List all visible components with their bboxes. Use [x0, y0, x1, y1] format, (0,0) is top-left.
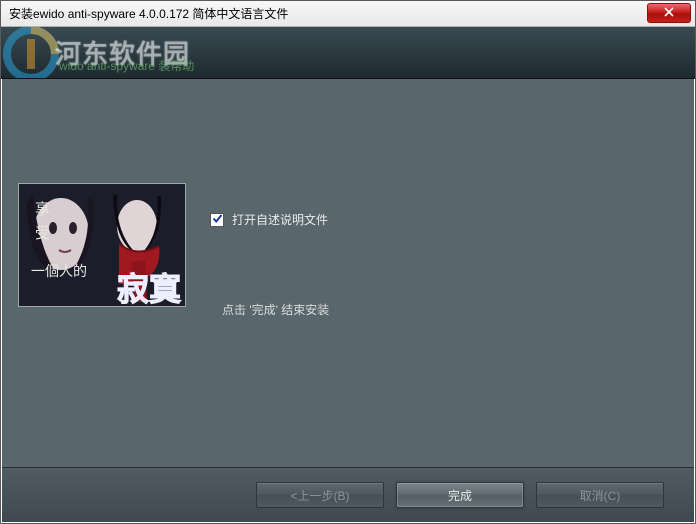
cancel-button: 取消(C) — [536, 482, 664, 508]
window-title: 安装ewido anti-spyware 4.0.0.172 简体中文语言文件 — [9, 5, 288, 22]
installer-window: 安装ewido anti-spyware 4.0.0.172 简体中文语言文件 … — [0, 0, 696, 524]
header-banner: 河东软件园 wido anti-spyware 装帮助 — [1, 27, 695, 79]
readme-checkbox[interactable] — [210, 213, 224, 227]
finish-instruction: 点击 '完成' 结束安装 — [222, 301, 329, 318]
readme-checkbox-row: 打开自述说明文件 — [210, 211, 328, 228]
finish-button[interactable]: 完成 — [396, 482, 524, 508]
promo-image: 享 受 一個人的 寂寞 — [18, 183, 186, 307]
svg-text:享: 享 — [35, 201, 50, 218]
close-button[interactable] — [647, 3, 691, 23]
titlebar: 安装ewido anti-spyware 4.0.0.172 简体中文语言文件 — [1, 1, 695, 27]
cancel-button-label: 取消(C) — [580, 487, 621, 504]
installer-body: 享 受 一個人的 寂寞 打开自述说明文件 点击 '完成' 结束安装 — [2, 79, 694, 467]
back-button-label: <上一步(B) — [290, 487, 349, 504]
svg-text:寂寞: 寂寞 — [117, 271, 181, 307]
footer-button-bar: <上一步(B) 完成 取消(C) — [2, 467, 694, 522]
close-icon — [664, 4, 674, 22]
svg-text:受: 受 — [35, 225, 50, 242]
check-icon — [212, 211, 223, 229]
header-subtext: wido anti-spyware 装帮助 — [59, 57, 194, 74]
back-button: <上一步(B) — [256, 482, 384, 508]
svg-text:一個人的: 一個人的 — [31, 264, 87, 280]
readme-checkbox-label: 打开自述说明文件 — [232, 211, 328, 228]
finish-button-label: 完成 — [448, 487, 472, 504]
